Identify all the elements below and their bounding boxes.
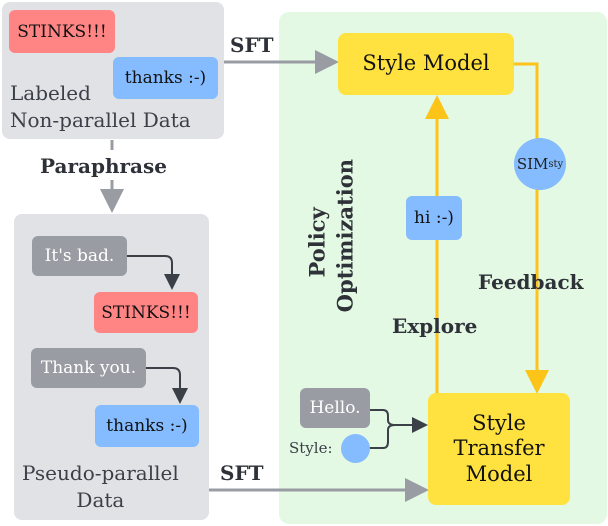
sim-style-circle: SIM sty <box>514 138 566 190</box>
explore-output-chip: hi :-) <box>406 196 462 240</box>
pair-source-chip: It's bad. <box>32 236 127 276</box>
sim-sub: sty <box>548 158 564 170</box>
explore-label: Explore <box>392 314 478 338</box>
input-text-chip: Hello. <box>300 388 370 428</box>
label-line: Transfer <box>453 436 545 461</box>
pair-target-chip: thanks :-) <box>95 405 199 447</box>
pair-source-chip: Thank you. <box>31 348 146 388</box>
style-circle <box>341 434 370 463</box>
style-transfer-model-box: Style Transfer Model <box>428 393 570 505</box>
sft-top-label: SFT <box>230 33 274 57</box>
style-model-box: Style Model <box>338 33 514 95</box>
label-line: Style <box>472 411 526 436</box>
negative-example-chip: STINKS!!! <box>9 10 115 53</box>
feedback-arrow <box>514 62 549 394</box>
label-line: Model <box>465 461 533 486</box>
paraphrase-label: Paraphrase <box>40 154 167 178</box>
diagram: STINKS!!! thanks :-) Labeled Non-paralle… <box>0 0 608 526</box>
sim-base: SIM <box>516 155 549 173</box>
policy-optimization-label: Policy Optimization <box>304 159 361 313</box>
label-line: Non-parallel Data <box>10 108 191 132</box>
pair-target-chip: STINKS!!! <box>94 292 198 333</box>
label-line: Optimization <box>333 159 358 313</box>
pseudo-parallel-label: Pseudo-parallel Data <box>22 460 179 514</box>
label-line: Policy <box>304 207 330 278</box>
label-line: Pseudo-parallel <box>22 461 179 485</box>
sft-bottom-label: SFT <box>220 461 264 485</box>
label-line: Data <box>76 488 125 512</box>
labeled-data-label: Labeled Non-parallel Data <box>10 80 191 134</box>
feedback-label: Feedback <box>478 270 584 294</box>
style-label: Style: <box>289 439 333 457</box>
label-line: Labeled <box>10 81 91 105</box>
